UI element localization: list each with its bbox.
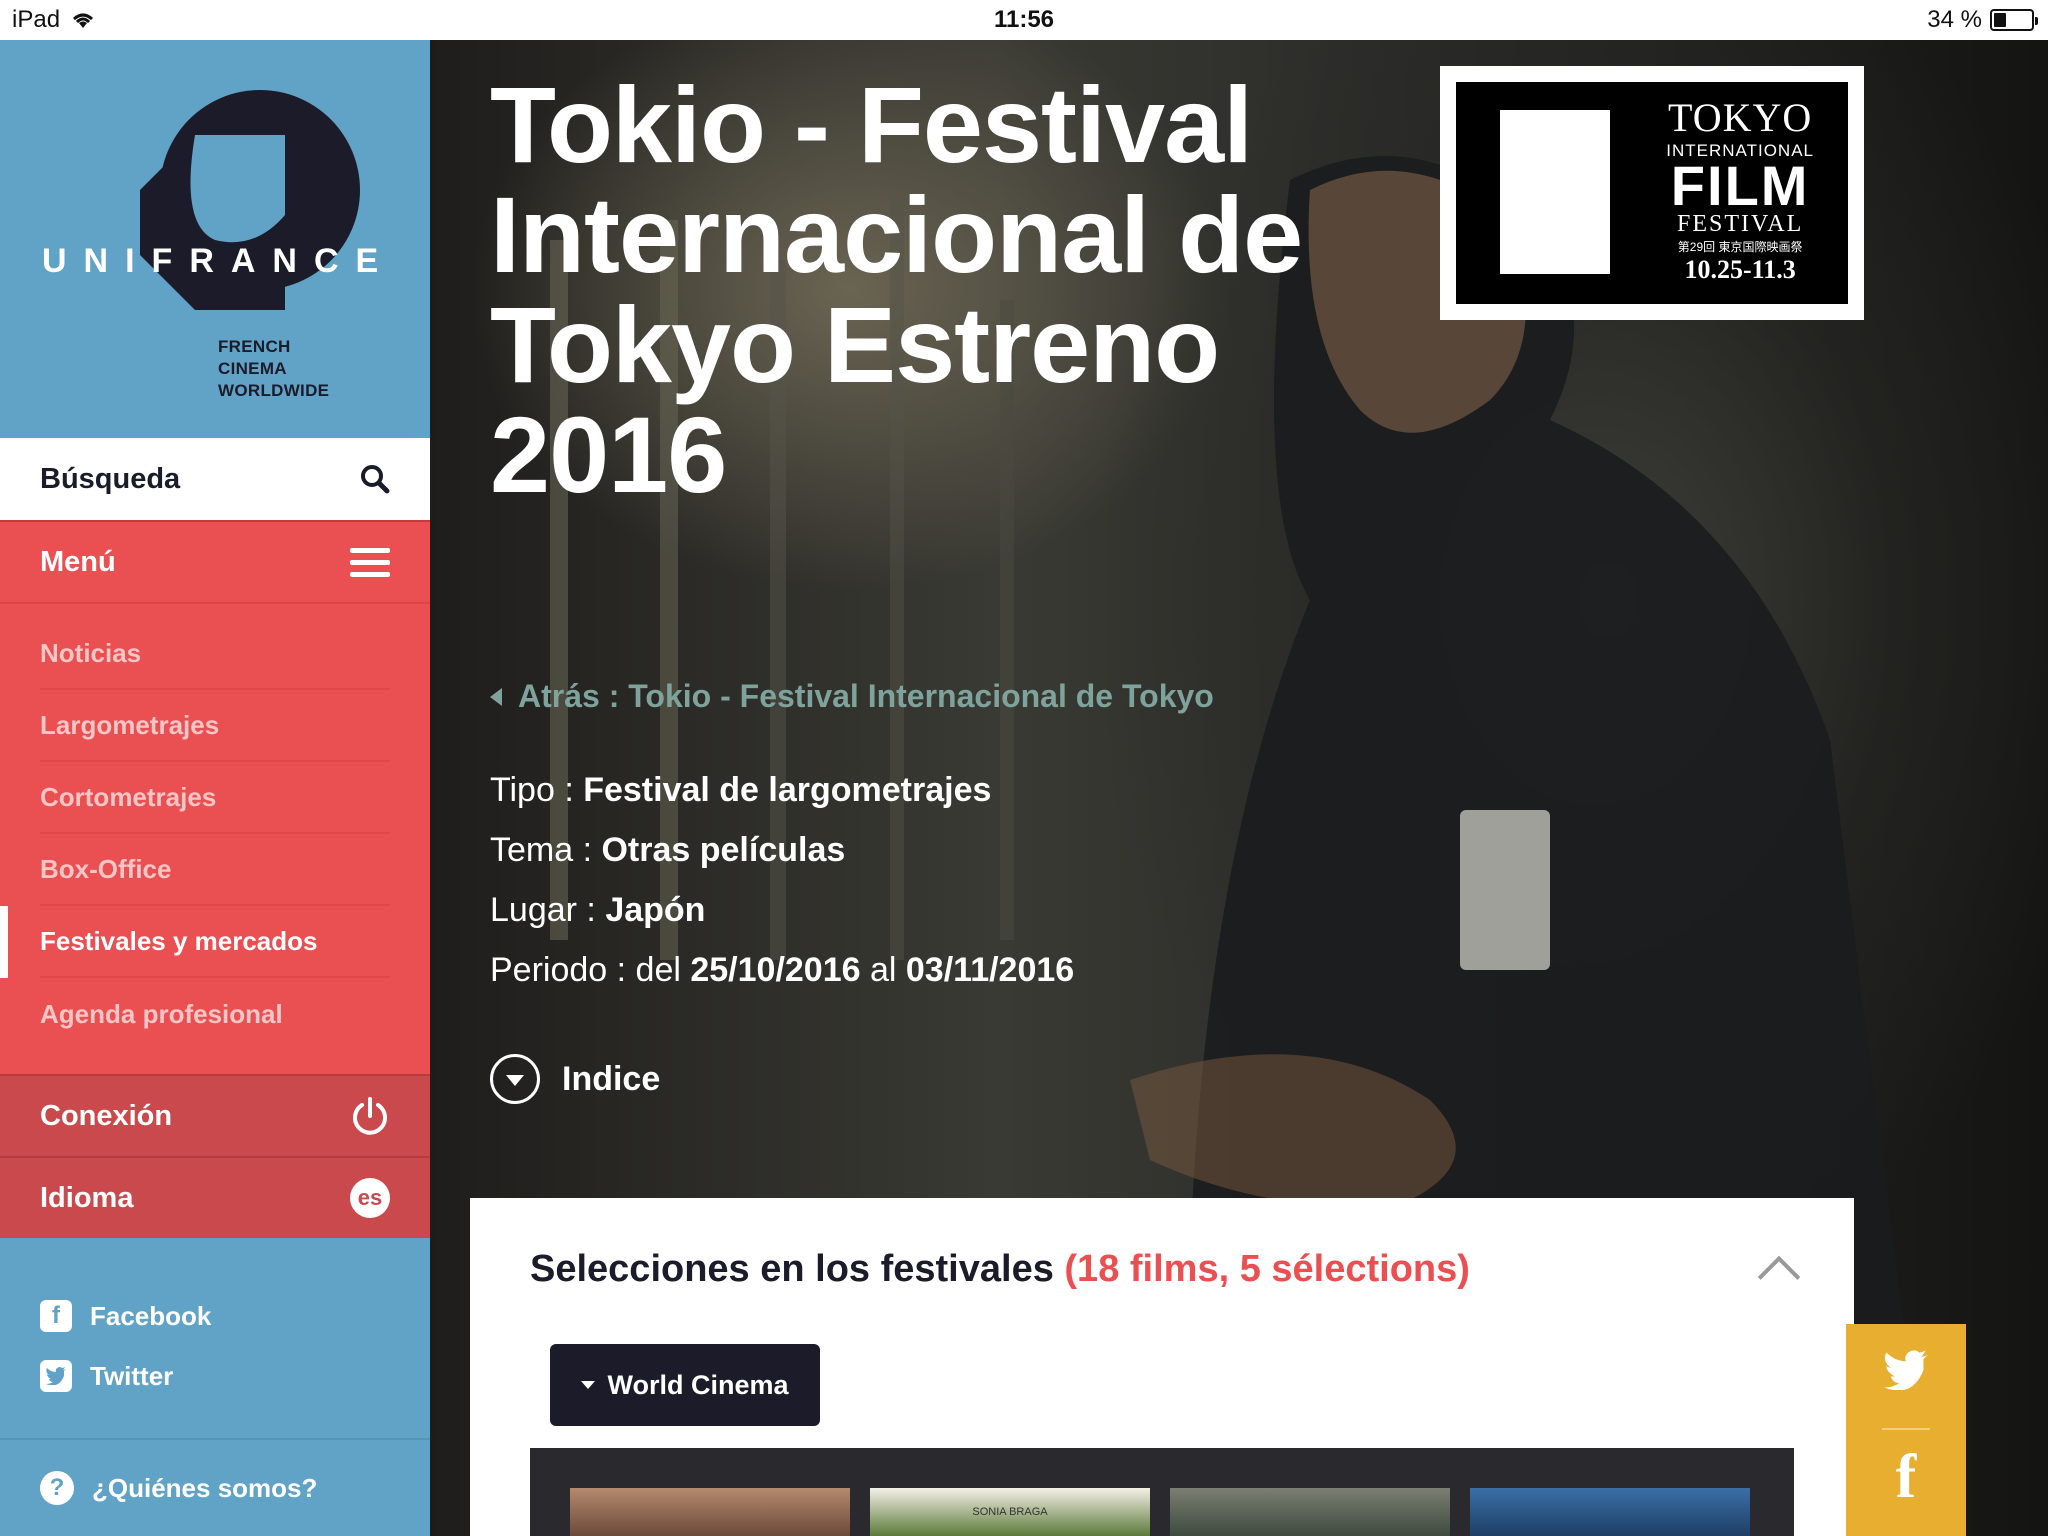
clock: 11:56 [993, 6, 1055, 33]
film-strip-graphic [1500, 110, 1610, 274]
period-end: 03/11/2016 [905, 951, 1075, 989]
festival-logo-text: TOKYO INTERNATIONAL FILM FESTIVAL 第29回 東… [1666, 94, 1814, 285]
back-arrow-icon [490, 687, 502, 706]
share-twitter-button[interactable] [1846, 1350, 1966, 1401]
hamburger-icon[interactable] [350, 546, 390, 578]
share-divider [1882, 1428, 1930, 1430]
twitter-icon [40, 1360, 72, 1392]
sidebar: UNIFRANCE FRENCH CINEMA WORLDWIDE Búsque… [0, 40, 430, 1536]
detail-period: Periodo : del 25/10/2016 al 03/11/2016 [490, 940, 1074, 1000]
menu-item-festivales[interactable]: Festivales y mercados [0, 906, 390, 978]
poster-caption: SONIA BRAGA [972, 1506, 1048, 1518]
menu-item-noticias[interactable]: Noticias [40, 618, 390, 690]
festival-logo-dates: 10.25-11.3 [1684, 255, 1796, 284]
facebook-icon: f [40, 1300, 72, 1332]
main-menu: Menú Noticias Largometrajes Cortometraje… [0, 520, 430, 1114]
language-label: Idioma [40, 1181, 134, 1214]
caret-down-icon [581, 1381, 596, 1389]
menu-item-agenda[interactable]: Agenda profesional [40, 978, 390, 1050]
logo-tagline: FRENCH CINEMA WORLDWIDE [218, 336, 329, 402]
period-joiner: al [860, 951, 906, 989]
film-poster[interactable] [1470, 1488, 1750, 1536]
detail-theme: Tema : Otras películas [490, 820, 1074, 880]
tagline-line: CINEMA [218, 359, 287, 378]
share-facebook-button[interactable]: f [1846, 1442, 1966, 1513]
collapse-chevron-icon[interactable] [1757, 1255, 1801, 1299]
festival-logo-line: FILM [1670, 154, 1810, 217]
share-bar: f [1846, 1324, 1966, 1536]
festival-logo: TOKYO INTERNATIONAL FILM FESTIVAL 第29回 東… [1440, 66, 1864, 320]
social-links: f Facebook Twitter [40, 1286, 211, 1406]
language-badge: es [350, 1178, 390, 1218]
page-title: Tokio - Festival Internacional de Tokyo … [490, 64, 1303, 515]
battery-icon [1990, 9, 2038, 31]
selections-title-text: Selecciones en los festivales [530, 1248, 1065, 1290]
selections-title: Selecciones en los festivales (18 films,… [530, 1248, 1470, 1291]
search-icon[interactable] [360, 464, 390, 494]
search-label: Búsqueda [40, 462, 181, 495]
unifrance-wordmark: UNIFRANCE [42, 242, 395, 280]
detail-label: Lugar : [490, 891, 606, 929]
about-label: ¿Quiénes somos? [92, 1472, 318, 1503]
detail-value: Festival de largometrajes [583, 771, 992, 809]
detail-place: Lugar : Japón [490, 880, 1074, 940]
battery-percent: 34 % [1927, 6, 1982, 33]
film-poster-carousel: SONIA BRAGA [530, 1448, 1794, 1536]
menu-list: Noticias Largometrajes Cortometrajes Box… [0, 604, 430, 1050]
period-start: 25/10/2016 [690, 951, 861, 989]
detail-value: Otras películas [601, 831, 846, 869]
festival-logo-line: FESTIVAL [1676, 211, 1804, 237]
search-bar[interactable]: Búsqueda [0, 438, 430, 520]
detail-type: Tipo : Festival de largometrajes [490, 760, 1074, 820]
festival-logo-line: TOKYO [1667, 95, 1813, 140]
twitter-label: Twitter [90, 1360, 174, 1391]
detail-value: Japón [605, 891, 706, 929]
facebook-link[interactable]: f Facebook [40, 1286, 211, 1346]
connect-label: Conexión [40, 1099, 173, 1132]
tagline-line: WORLDWIDE [218, 381, 330, 400]
festival-logo-line: 第29回 東京国際映画祭 [1677, 240, 1803, 254]
connect-button[interactable]: Conexión [0, 1074, 430, 1156]
power-icon [353, 1097, 387, 1135]
facebook-label: Facebook [90, 1300, 212, 1331]
menu-item-largometrajes[interactable]: Largometrajes [40, 690, 390, 762]
twitter-link[interactable]: Twitter [40, 1346, 211, 1406]
menu-toggle[interactable]: Menú [0, 520, 430, 604]
language-button[interactable]: Idioma es [0, 1156, 430, 1238]
film-poster[interactable] [1170, 1488, 1450, 1536]
about-link[interactable]: ? ¿Quiénes somos? [0, 1438, 430, 1536]
film-poster[interactable] [570, 1488, 850, 1536]
facebook-icon: f [1895, 1443, 1917, 1511]
event-details: Tipo : Festival de largometrajes Tema : … [490, 760, 1074, 1000]
menu-item-cortometrajes[interactable]: Cortometrajes [40, 762, 390, 834]
detail-label: Tema : [490, 831, 602, 869]
festival-selections-panel: Selecciones en los festivales (18 films,… [470, 1198, 1854, 1536]
tagline-line: FRENCH [218, 337, 291, 356]
breadcrumb-text: Atrás : Tokio - Festival Internacional d… [518, 678, 1214, 714]
twitter-icon [1884, 1350, 1928, 1391]
status-bar: iPad 11:56 34 % [0, 0, 2048, 40]
chevron-down-circle-icon [490, 1054, 540, 1104]
index-toggle[interactable]: Indice [490, 1054, 660, 1104]
question-icon: ? [40, 1471, 74, 1505]
status-right: 34 % [1927, 6, 2038, 34]
menu-label: Menú [40, 545, 116, 578]
unifrance-logo[interactable]: UNIFRANCE FRENCH CINEMA WORLDWIDE [0, 40, 430, 438]
back-breadcrumb[interactable]: Atrás : Tokio - Festival Internacional d… [490, 678, 1214, 715]
unifrance-logo-mark: UNIFRANCE [42, 90, 395, 310]
section-dropdown[interactable]: World Cinema [550, 1344, 820, 1426]
menu-item-box-office[interactable]: Box-Office [40, 834, 390, 906]
selections-count: (18 films, 5 sélections) [1064, 1248, 1470, 1290]
section-dropdown-label: World Cinema [607, 1369, 789, 1400]
index-label: Indice [562, 1059, 661, 1098]
film-poster[interactable]: SONIA BRAGA [870, 1488, 1150, 1536]
detail-label: Tipo : [490, 771, 584, 809]
detail-label: Periodo : del [490, 951, 691, 989]
